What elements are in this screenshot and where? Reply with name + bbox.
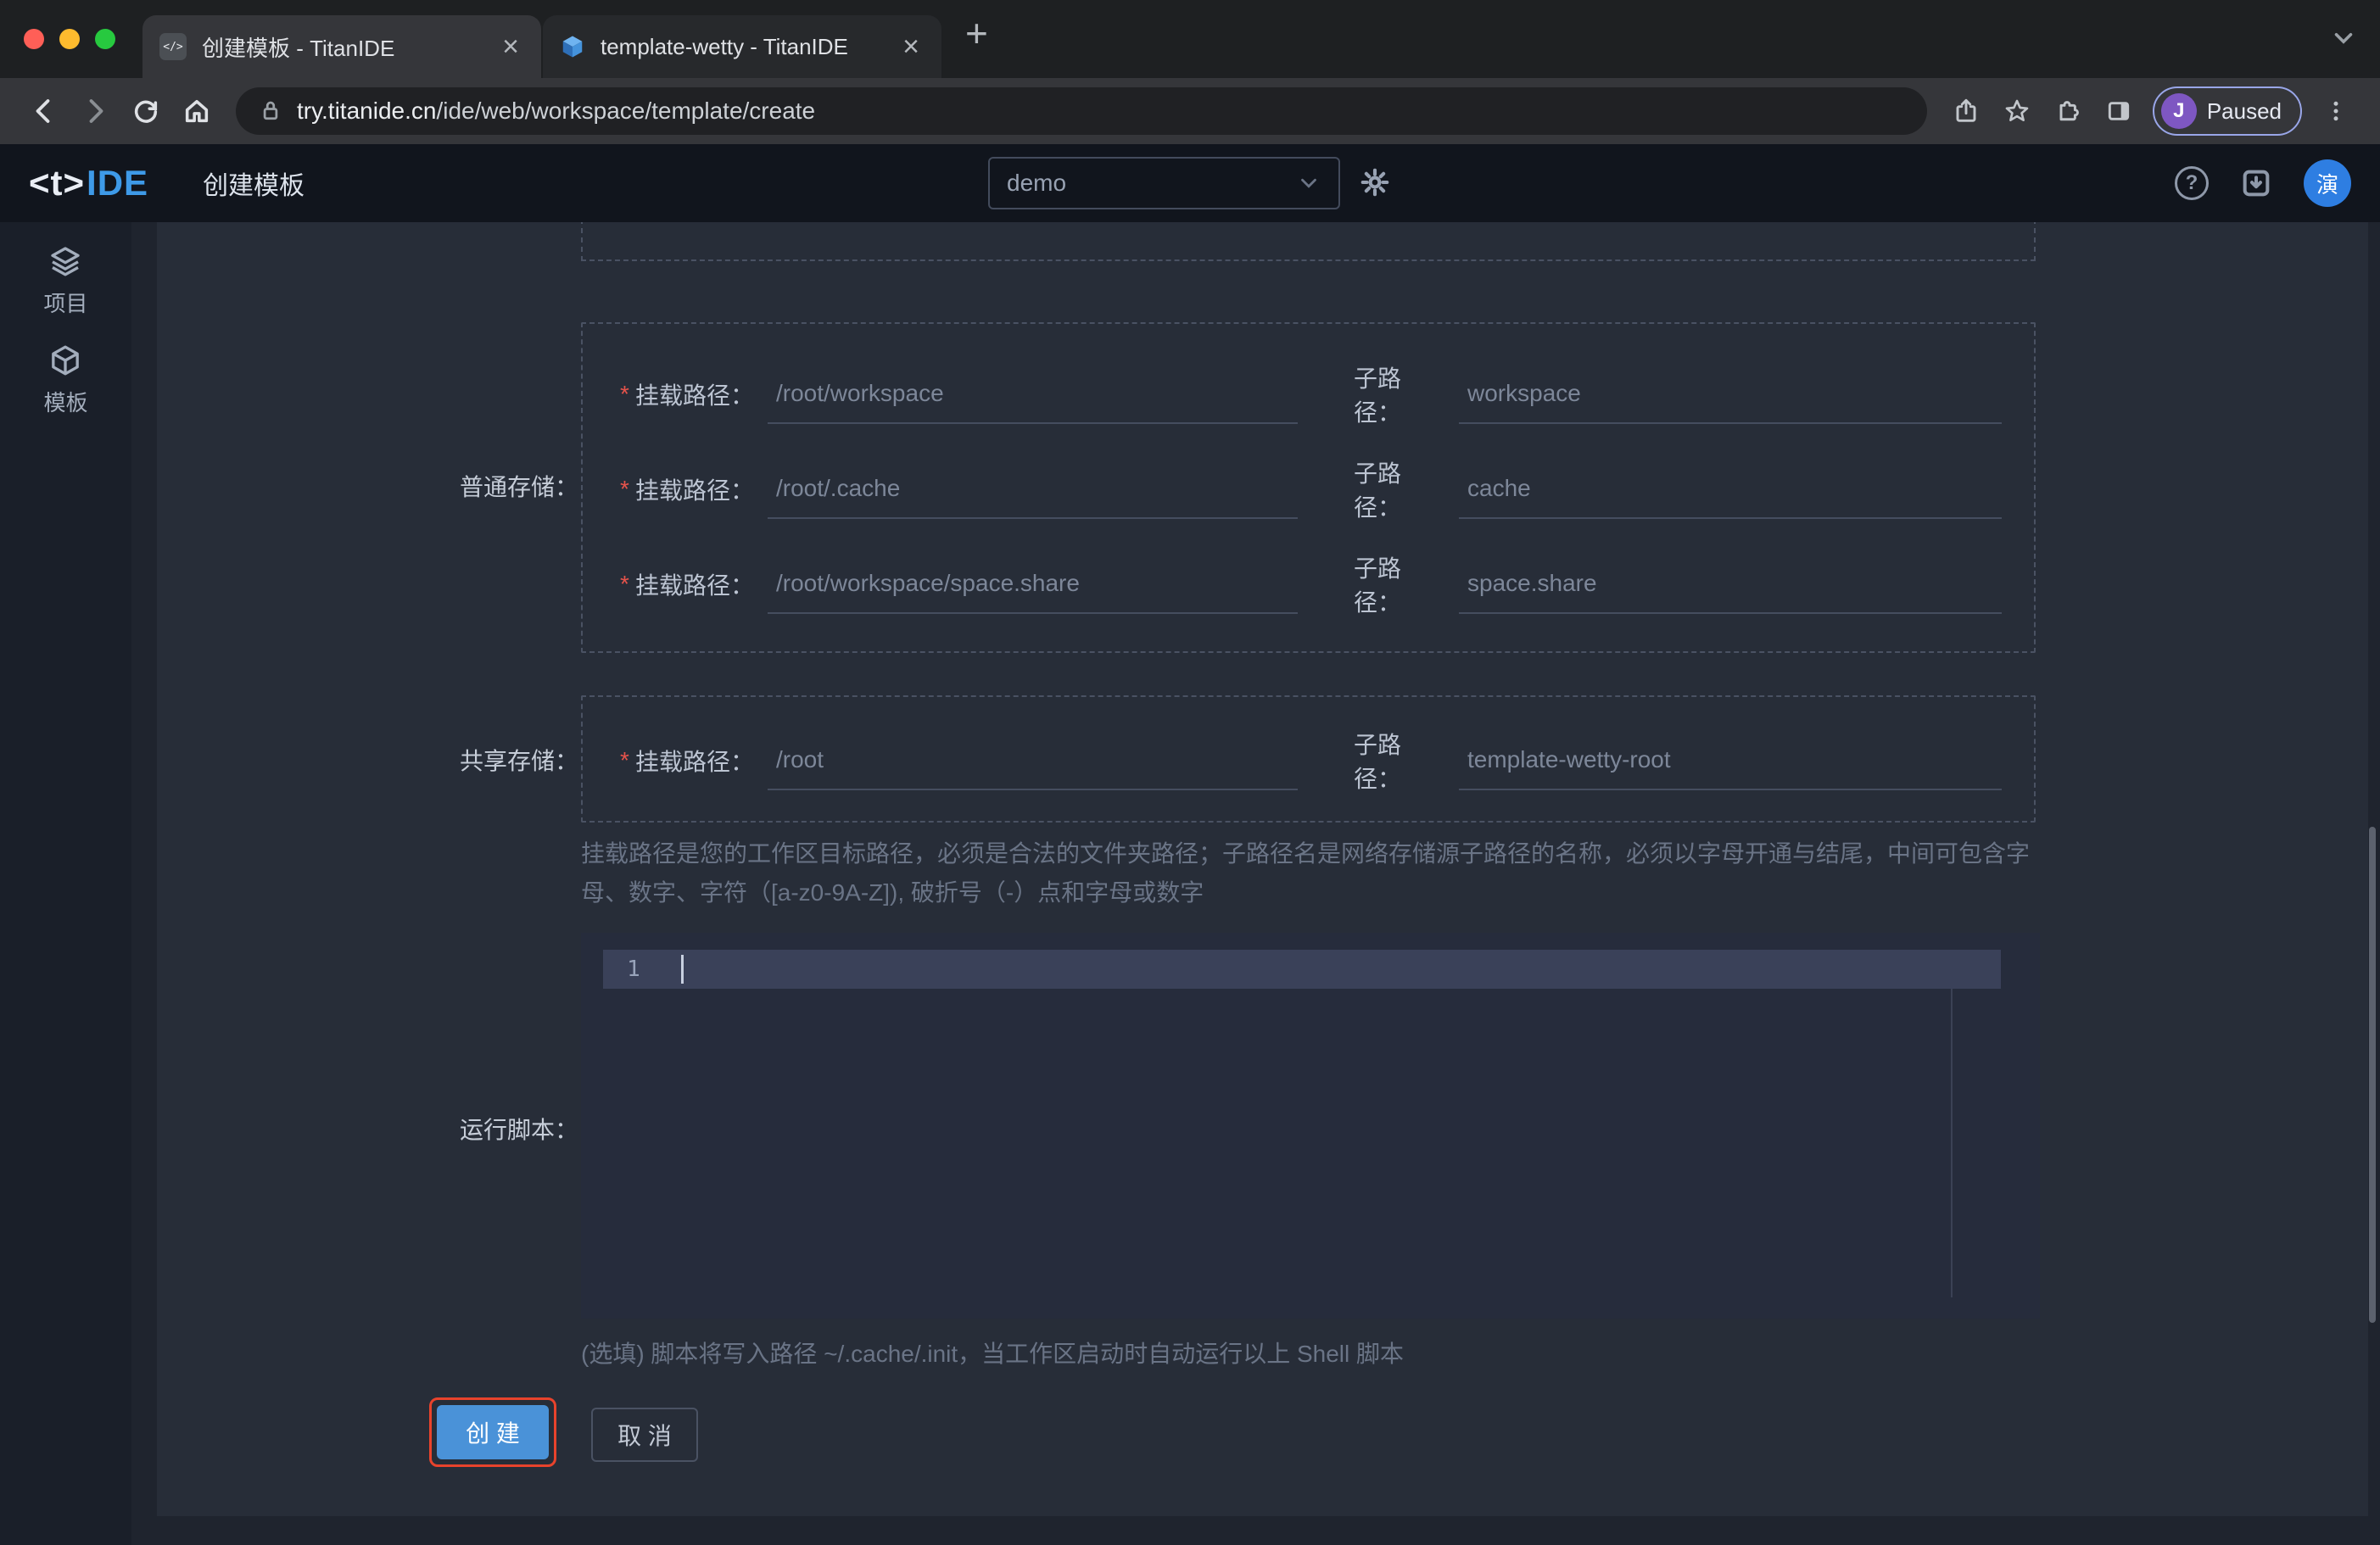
mount-path-input[interactable] (768, 365, 1298, 424)
sub-path-label: 子路径： (1354, 460, 1402, 521)
zoom-window-button[interactable] (95, 29, 115, 49)
titanide-favicon: </> (159, 33, 187, 60)
minimize-window-button[interactable] (59, 29, 80, 49)
page-title: 创建模板 (203, 172, 305, 200)
normal-storage-label: 普通存储： (459, 474, 578, 500)
workspace-select[interactable]: demo (988, 157, 1340, 209)
tab-close-icon[interactable]: × (497, 32, 524, 61)
create-template-form: 普通存储： * 挂载路径： 子路径： * 挂载路径： 子路径： * (157, 222, 2368, 1516)
tab-strip: </> 创建模板 - TitanIDE × template-wetty - T… (0, 0, 2380, 78)
chevron-down-icon (1296, 170, 1321, 196)
cube-icon (48, 343, 82, 377)
new-tab-button[interactable]: + (943, 10, 1010, 68)
main-area: 普通存储： * 挂载路径： 子路径： * 挂载路径： 子路径： * (131, 222, 2380, 1545)
sidebar: 项目 模板 (0, 222, 131, 1545)
sub-path-label: 子路径： (1354, 555, 1402, 616)
tab-template-wetty[interactable]: template-wetty - TitanIDE × (543, 15, 941, 78)
titanide-logo[interactable]: <t>TITANIDE (29, 163, 237, 406)
script-help-text: (选填) 脚本将写入路径 ~/.cache/.init，当工作区启动时自动运行以… (581, 1341, 1405, 1367)
tab-create-template[interactable]: </> 创建模板 - TitanIDE × (142, 15, 541, 78)
shared-storage-label: 共享存储： (459, 748, 578, 774)
mount-path-label: 挂载路径： (635, 572, 755, 599)
extensions-puzzle-icon[interactable] (2046, 89, 2090, 133)
text-cursor (681, 955, 684, 984)
workspace-select-value: demo (1007, 170, 1067, 196)
sidebar-item-templates[interactable]: 模板 (43, 343, 88, 417)
window-controls (0, 29, 142, 49)
required-mark: * (620, 381, 629, 407)
storage-row: * 挂载路径： 子路径： (620, 365, 2002, 426)
editor-ruler (1951, 989, 1953, 1297)
storage-row: * 挂载路径： 子路径： (620, 555, 2002, 616)
help-icon[interactable]: ? (2175, 166, 2209, 200)
side-panel-icon[interactable] (2097, 89, 2141, 133)
mount-path-label: 挂载路径： (635, 382, 755, 409)
profile-status-label: Paused (2206, 98, 2282, 124)
layers-icon (48, 244, 82, 278)
create-button-highlight: 创 建 (429, 1397, 556, 1467)
sidebar-item-label: 模板 (43, 390, 88, 416)
run-script-label: 运行脚本： (459, 1117, 578, 1143)
sub-path-label: 子路径： (1354, 732, 1402, 792)
logo-glyph: <t> (29, 163, 86, 203)
cube-favicon (560, 34, 585, 59)
cancel-button[interactable]: 取 消 (591, 1408, 698, 1462)
sub-path-input[interactable] (1459, 731, 2002, 790)
browser-menu-icon[interactable] (2314, 89, 2358, 133)
bookmark-star-icon[interactable] (1995, 89, 2039, 133)
logo-accent-text: IDE (87, 163, 149, 203)
app-header: <t>TITANIDE 创建模板 demo ? 演 (0, 144, 2380, 406)
mount-path-label: 挂载路径： (635, 749, 755, 775)
required-mark: * (620, 476, 629, 502)
browser-toolbar: try.titanide.cn/ide/web/workspace/templa… (0, 78, 2380, 144)
back-icon[interactable] (19, 86, 70, 137)
mount-path-input[interactable] (768, 555, 1298, 614)
share-icon[interactable] (1944, 89, 1988, 133)
url-path: /ide/web/workspace/template/create (436, 98, 816, 124)
sub-path-label: 子路径： (1354, 365, 1402, 426)
storage-row: * 挂载路径： 子路径： (620, 460, 2002, 521)
tab-close-icon[interactable]: × (897, 32, 925, 61)
lock-icon (258, 98, 283, 124)
home-icon[interactable] (171, 86, 222, 137)
profile-chip[interactable]: J Paused (2152, 86, 2302, 136)
required-mark: * (620, 747, 629, 773)
storage-row: * 挂载路径： 子路径： (620, 731, 2002, 792)
sidebar-item-label: 项目 (43, 291, 88, 316)
line-number: 1 (627, 957, 640, 982)
user-avatar[interactable]: 演 (2304, 159, 2351, 207)
address-bar[interactable]: try.titanide.cn/ide/web/workspace/templa… (236, 87, 1927, 135)
shared-storage-group: * 挂载路径： 子路径： (581, 695, 2036, 823)
previous-group-cutoff (581, 222, 2036, 261)
normal-storage-group: * 挂载路径： 子路径： * 挂载路径： 子路径： * 挂载路径： (581, 322, 2036, 653)
tab-title: 创建模板 - TitanIDE (202, 35, 395, 61)
sidebar-item-projects[interactable]: 项目 (43, 244, 88, 318)
mount-path-input[interactable] (768, 460, 1298, 519)
page-scrollbar[interactable] (2369, 827, 2376, 1323)
script-code-editor[interactable]: 1 (581, 933, 2040, 1319)
client-download-icon[interactable] (2239, 166, 2273, 200)
required-mark: * (620, 571, 629, 597)
sub-path-input[interactable] (1459, 555, 2002, 614)
create-button[interactable]: 创 建 (437, 1405, 549, 1459)
sub-path-input[interactable] (1459, 460, 2002, 519)
mount-path-label: 挂载路径： (635, 477, 755, 504)
profile-avatar: J (2160, 93, 2197, 129)
reload-icon[interactable] (120, 86, 171, 137)
tab-title: template-wetty - TitanIDE (601, 33, 848, 59)
close-window-button[interactable] (24, 29, 44, 49)
url-text: try.titanide.cn/ide/web/workspace/templa… (297, 98, 815, 125)
forward-icon[interactable] (70, 86, 120, 137)
mount-path-input[interactable] (768, 731, 1298, 790)
browser-window: </> 创建模板 - TitanIDE × template-wetty - T… (0, 0, 2380, 1545)
path-help-text: 挂载路径是您的工作区目标路径，必须是合法的文件夹路径；子路径名是网络存储源子路径… (581, 840, 2031, 906)
url-domain: try.titanide.cn (297, 98, 437, 124)
sub-path-input[interactable] (1459, 365, 2002, 424)
editor-active-line: 1 (603, 950, 2001, 989)
header-actions: ? 演 (2175, 159, 2351, 207)
settings-gear-icon[interactable] (1359, 166, 1391, 198)
tab-search-chevron-icon[interactable] (2329, 24, 2358, 53)
